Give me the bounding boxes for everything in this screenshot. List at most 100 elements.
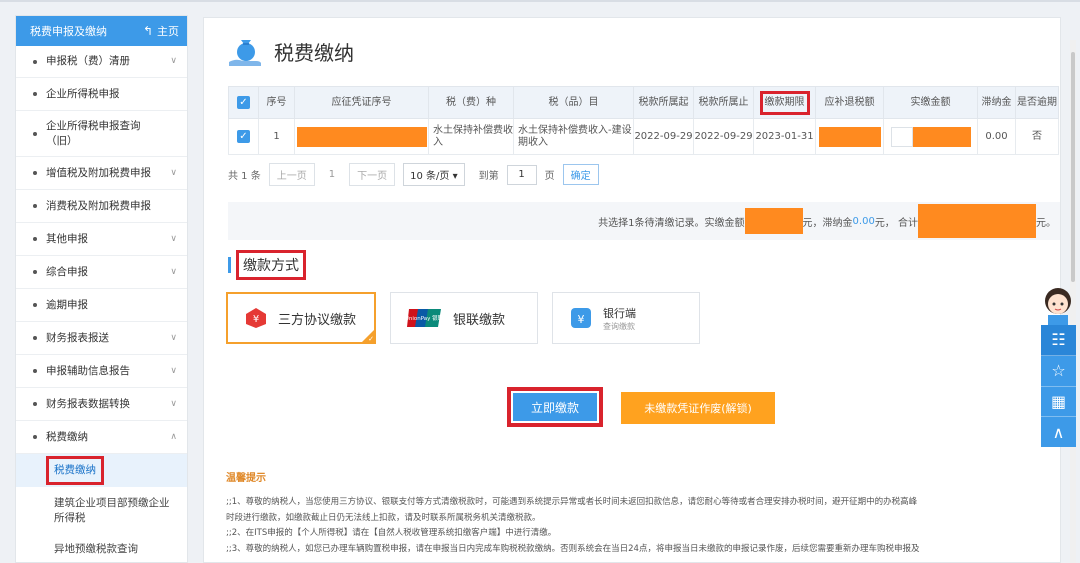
tip-line: 时段进行缴款，如缴款截止日仍无法线上扣款，请及时联系所属税务机关清缴税款。: [226, 512, 541, 523]
sidebar-item-declaration-list[interactable]: 申报税（费）清册 ∨: [16, 46, 187, 78]
sidebar-item-consumption-tax[interactable]: 消费税及附加税费申报: [16, 190, 187, 223]
chevron-down-icon: ∨: [170, 266, 177, 277]
col-header: 应征凭证序号: [294, 86, 429, 119]
sidebar-item-overdue[interactable]: 逾期申报: [16, 289, 187, 322]
page-size-select[interactable]: 10 条/页 ▾: [403, 163, 465, 186]
sidebar-sub-construction-prepay[interactable]: 建筑企业项目部预缴企业所得税: [16, 487, 187, 535]
voucher-number-cell: [294, 118, 429, 155]
col-header: 应补退税额: [815, 86, 884, 119]
col-header: 序号: [258, 86, 295, 119]
main-panel: 税费缴纳 ✓ 序号 应征凭证序号 税（费）种 税（品）目 税款所属起 税款所属止…: [203, 17, 1061, 563]
sidebar-item-label: 申报税（费）清册: [46, 55, 130, 67]
sidebar-item-label: 企业所得税申报: [46, 87, 120, 100]
bullet-icon: [33, 131, 37, 136]
tripartite-protocol-icon: ¥: [246, 308, 266, 328]
tips-title: 温馨提示: [226, 473, 266, 484]
bullet-icon: [33, 59, 37, 64]
sidebar-item-comprehensive[interactable]: 综合申报 ∨: [16, 256, 187, 289]
sidebar: 税费申报及缴纳 ↰ 主页 申报税（费）清册 ∨ 企业所得税申报 企业所得税申报查…: [15, 15, 188, 563]
goto-page-input[interactable]: 1: [506, 164, 537, 185]
pay-option-label: 银联缴款: [453, 312, 506, 328]
payment-table: ✓ 序号 应征凭证序号 税（费）种 税（品）目 税款所属起 税款所属止 缴款期限…: [228, 86, 1059, 155]
prev-page-button[interactable]: 上一页: [268, 163, 315, 186]
pay-option-unionpay[interactable]: UnionPay 银联 银联缴款: [390, 292, 538, 344]
pay-option-bank[interactable]: ¥ 银行端 查询缴款: [552, 292, 700, 344]
tips-body: ;;1、尊敬的纳税人，当您使用三方协议、银联支付等方式清缴税款时，可能遇到系统提…: [226, 495, 1036, 557]
sidebar-item-fin-report[interactable]: 财务报表报送 ∨: [16, 322, 187, 355]
payment-method-header: 缴款方式: [228, 250, 306, 280]
unionpay-logo-icon: UnionPay 银联: [407, 309, 443, 327]
total-count: 共 1 条: [228, 171, 261, 182]
refund-amount-cell: [815, 118, 884, 155]
summary-text-3: 元， 合计: [874, 217, 918, 229]
period-end-cell: 2022-09-29: [693, 118, 754, 155]
summary-text-2: 元，滞纳金: [802, 217, 853, 229]
sidebar-item-aux-report[interactable]: 申报辅助信息报告 ∨: [16, 355, 187, 388]
page-header: 税费缴纳: [226, 32, 354, 70]
deadline-header-label: 缴款期限: [759, 90, 810, 115]
tip-line: ;;3、尊敬的纳税人，如您已办理车辆购置税申报，请在申报当日内完成车购税税款缴纳…: [226, 543, 920, 554]
late-fee-cell: 0.00: [977, 118, 1016, 155]
svg-text:¥: ¥: [578, 313, 585, 326]
redacted-grand-total: [918, 204, 1036, 238]
money-bag-icon: [229, 40, 261, 66]
late-fee-total: 0.00: [852, 215, 875, 227]
sidebar-title: 税费申报及缴纳: [30, 25, 107, 38]
scrollbar-thumb[interactable]: [1071, 52, 1075, 282]
redacted-paid-total: [744, 208, 803, 234]
sidebar-item-label: 综合申报: [46, 265, 88, 278]
overdue-cell: 否: [1015, 118, 1059, 155]
chevron-down-icon: ∨: [170, 365, 177, 376]
assistant-avatar-icon[interactable]: [1040, 285, 1076, 325]
pay-option-sublabel: 查询缴款: [603, 321, 635, 331]
sidebar-item-cit[interactable]: 企业所得税申报: [16, 78, 187, 111]
chevron-up-icon: ∧: [170, 431, 177, 442]
calculator-icon[interactable]: ▦: [1041, 387, 1076, 418]
home-link[interactable]: ↰ 主页: [143, 23, 179, 39]
col-header: 税款所属起: [633, 86, 694, 119]
pay-option-label: 银行端: [603, 306, 636, 320]
col-header: 税（品）目: [513, 86, 634, 119]
sidebar-sub-label: 税费缴纳: [46, 456, 104, 485]
section-accent-bar: [228, 257, 231, 273]
sidebar-item-other[interactable]: 其他申报 ∨: [16, 223, 187, 256]
consult-icon[interactable]: ☷: [1041, 325, 1076, 356]
sidebar-item-vat[interactable]: 增值税及附加税费申报 ∨: [16, 157, 187, 190]
col-header: 税（费）种: [428, 86, 514, 119]
sidebar-item-data-convert[interactable]: 财务报表数据转换 ∨: [16, 388, 187, 421]
pay-now-button[interactable]: 立即缴款: [507, 387, 603, 427]
table-row[interactable]: ✓ 1 水土保持补偿费收入 水土保持补偿费收入-建设期收入 2022-09-29…: [228, 118, 1059, 155]
pay-option-tripartite[interactable]: ¥ 三方协议缴款 ✓: [226, 292, 376, 344]
void-voucher-button[interactable]: 未缴款凭证作废(解锁): [621, 392, 775, 424]
chevron-down-icon: ∨: [170, 332, 177, 343]
sidebar-sub-label: 建筑企业项目部预缴企业所得税: [54, 497, 170, 524]
summary-text-1: 共选择1条待清缴记录。实缴金额: [598, 217, 745, 229]
sidebar-item-tax-payment[interactable]: 税费缴纳 ∧: [16, 421, 187, 454]
chevron-down-icon: ▾: [452, 171, 458, 182]
bullet-icon: [33, 303, 37, 307]
tax-type-cell: 水土保持补偿费收入: [428, 118, 514, 155]
row-checkbox[interactable]: ✓: [237, 130, 250, 143]
pay-option-label: 三方协议缴款: [278, 312, 357, 328]
chevron-down-icon: ∨: [170, 398, 177, 409]
row-select-cell: ✓: [228, 118, 259, 155]
back-to-top-icon[interactable]: ∧: [1041, 417, 1076, 447]
tip-line: ;;2、在ITS申报的【个人所得税】请在【自然人税收管理系统扣缴客户端】中进行清…: [226, 528, 557, 538]
summary-bar: 共选择1条待清缴记录。实缴金额 元，滞纳金 0.00 元， 合计 元。: [228, 202, 1060, 240]
payment-method-title: 缴款方式: [236, 250, 306, 280]
sidebar-sub-tax-payment[interactable]: 税费缴纳: [16, 454, 187, 487]
sidebar-item-cit-query[interactable]: 企业所得税申报查询（旧）: [16, 111, 187, 157]
current-page[interactable]: 1: [323, 169, 341, 180]
select-all-checkbox[interactable]: ✓: [237, 96, 250, 109]
sidebar-sub-remote-query[interactable]: 异地预缴税款查询: [16, 535, 187, 562]
star-icon[interactable]: ☆: [1041, 356, 1076, 387]
goto-confirm-button[interactable]: 确定: [562, 164, 599, 185]
col-header: 是否逾期: [1015, 86, 1059, 119]
top-divider: [0, 0, 1080, 2]
pagination: 共 1 条 上一页 1 下一页 10 条/页 ▾ 到第 1 页 确定: [228, 163, 599, 186]
bullet-icon: [33, 402, 37, 406]
deadline-cell: 2023-01-31: [753, 118, 816, 155]
next-page-button[interactable]: 下一页: [349, 163, 396, 186]
paid-amount-input[interactable]: [890, 126, 913, 147]
bullet-icon: [33, 435, 37, 439]
